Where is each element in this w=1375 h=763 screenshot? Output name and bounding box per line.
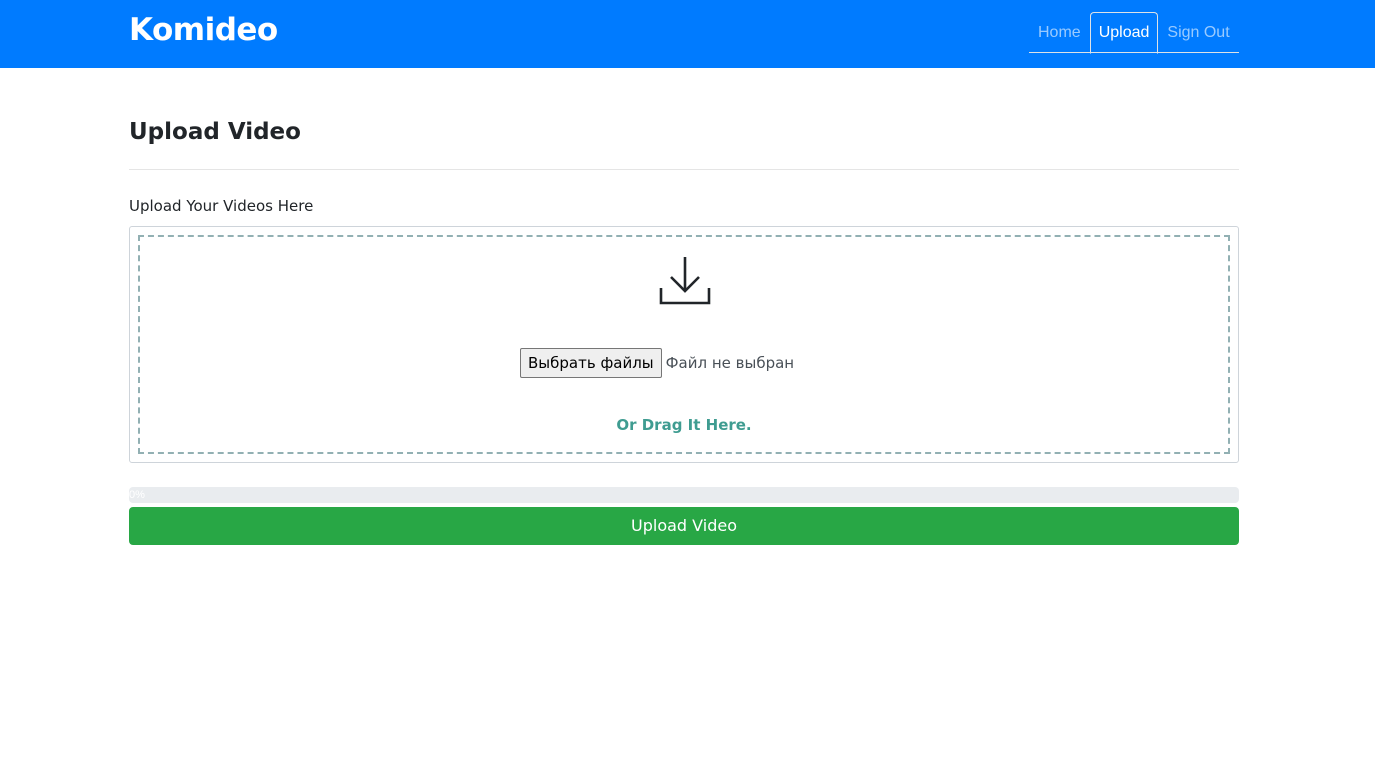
- upload-progress: 0%: [129, 487, 1239, 503]
- progress-label: 0%: [129, 489, 145, 501]
- dropzone[interactable]: Выбрать файлы Файл не выбран Or Drag It …: [138, 235, 1230, 454]
- dropzone-container: Выбрать файлы Файл не выбран Or Drag It …: [129, 226, 1239, 463]
- title-divider: [129, 169, 1239, 170]
- navbar: Komideo Home Upload Sign Out: [0, 0, 1375, 68]
- upload-video-button[interactable]: Upload Video: [129, 507, 1239, 545]
- nav-tabs: Home Upload Sign Out: [1029, 12, 1239, 54]
- file-status-text: Файл не выбран: [665, 354, 795, 372]
- nav-link-upload[interactable]: Upload: [1089, 12, 1159, 54]
- upload-section-label: Upload Your Videos Here: [129, 197, 314, 215]
- nav-link-sign-out[interactable]: Sign Out: [1158, 12, 1238, 53]
- page-title: Upload Video: [129, 119, 301, 145]
- download-icon: [659, 257, 711, 305]
- drag-hint: Or Drag It Here.: [616, 416, 752, 434]
- nav-link-home[interactable]: Home: [1029, 12, 1090, 53]
- brand-logo[interactable]: Komideo: [129, 10, 278, 50]
- choose-files-button[interactable]: Выбрать файлы: [520, 348, 662, 378]
- file-input[interactable]: Выбрать файлы Файл не выбран: [520, 348, 794, 378]
